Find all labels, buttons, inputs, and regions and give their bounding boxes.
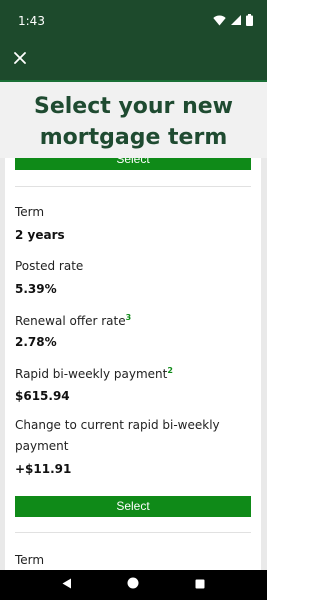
select-button[interactable]: Select: [15, 496, 251, 517]
renewal-rate-label: Renewal offer rate3: [15, 313, 131, 328]
close-button[interactable]: [10, 50, 30, 70]
posted-rate-label: Posted rate: [15, 259, 84, 273]
footnote-marker[interactable]: 2: [167, 366, 173, 375]
select-button-previous[interactable]: Select: [15, 158, 251, 170]
footnote-marker[interactable]: 3: [126, 313, 132, 322]
battery-icon: [246, 14, 253, 26]
recents-button[interactable]: [180, 570, 220, 600]
posted-rate-value: 5.39%: [15, 282, 57, 296]
payment-label: Rapid bi-weekly payment2: [15, 366, 173, 381]
status-icons: [213, 14, 253, 26]
term-value: 2 years: [15, 228, 65, 242]
home-icon: [127, 576, 139, 594]
divider: [15, 186, 251, 187]
renewal-rate-label-text: Renewal offer rate: [15, 314, 126, 328]
recents-icon: [195, 576, 205, 594]
close-icon: [14, 51, 26, 69]
payment-label-text: Rapid bi-weekly payment: [15, 367, 168, 381]
payment-change-value: +$11.91: [15, 462, 72, 476]
home-button[interactable]: [113, 570, 153, 600]
renewal-rate-value: 2.78%: [15, 335, 57, 349]
status-time: 1:43: [18, 14, 45, 28]
content-area[interactable]: Select Term 2 years Posted rate 5.39% Re…: [0, 158, 267, 570]
page-header: Select your new mortgage term: [0, 80, 267, 158]
divider: [15, 532, 251, 533]
signal-icon: [231, 15, 241, 25]
term-card: Select Term 2 years Posted rate 5.39% Re…: [5, 158, 261, 570]
payment-change-label: Change to current rapid bi-weekly paymen…: [15, 418, 220, 453]
wifi-icon: [213, 15, 226, 26]
page-title: Select your new mortgage term: [34, 94, 233, 150]
back-icon: [62, 576, 72, 594]
next-term-label: Term: [15, 553, 45, 567]
term-label: Term: [15, 205, 45, 219]
back-button[interactable]: [47, 570, 87, 600]
status-bar: 1:43: [0, 0, 267, 42]
payment-value: $615.94: [15, 389, 70, 403]
app-bar: [0, 42, 267, 80]
system-nav-bar: [0, 570, 267, 600]
